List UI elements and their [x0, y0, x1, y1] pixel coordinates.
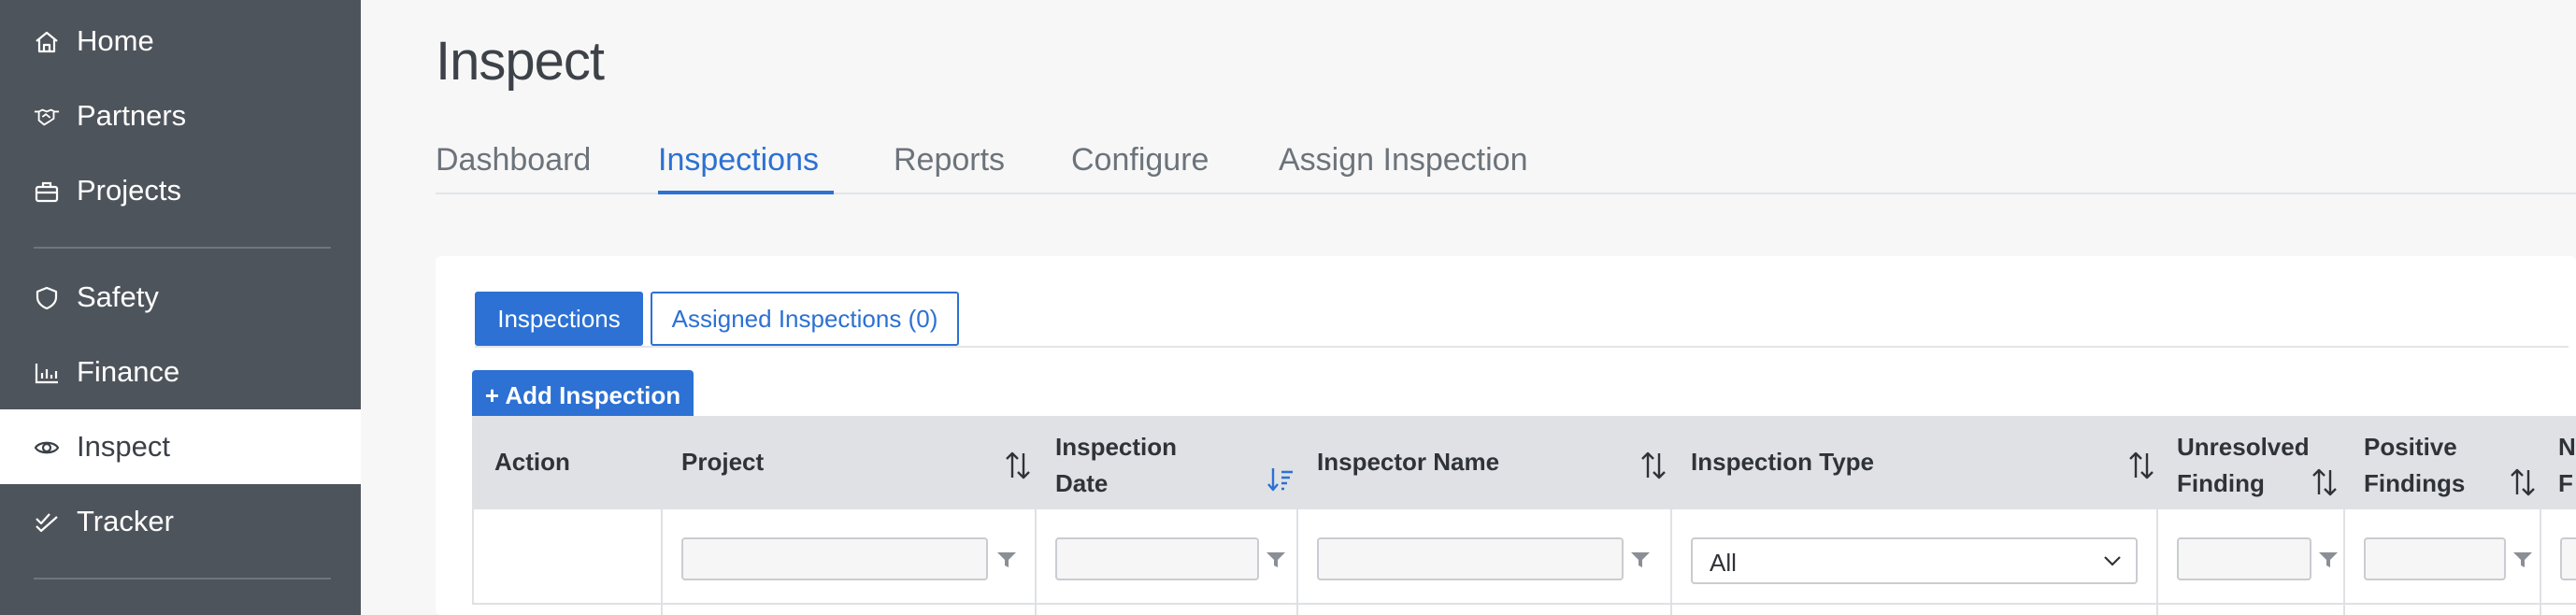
column-divider — [2343, 509, 2345, 615]
tab-reports[interactable]: Reports — [894, 142, 1005, 179]
subtab-inspections[interactable]: Inspections — [475, 292, 643, 346]
tab-inspections[interactable]: Inspections — [658, 142, 819, 179]
filter-icon[interactable] — [996, 551, 1017, 569]
column-divider — [2156, 509, 2158, 615]
sidebar-item-home[interactable]: Home — [0, 4, 361, 79]
inspection-type-filter-value: All — [1710, 549, 1737, 577]
sidebar-divider — [34, 578, 331, 579]
handshake-icon — [34, 108, 60, 126]
check-double-icon — [36, 513, 58, 533]
sidebar-item-partners[interactable]: Partners — [0, 79, 361, 153]
sort-icon[interactable] — [1005, 450, 1031, 481]
row-divider — [472, 603, 2576, 605]
truncated-filter-input[interactable] — [2560, 537, 2576, 580]
tab-configure[interactable]: Configure — [1071, 142, 1209, 179]
sidebar: Home Partners Projects Safety Finance In… — [0, 0, 361, 615]
sidebar-item-inspect[interactable]: Inspect — [0, 409, 361, 484]
sidebar-item-label: Safety — [77, 280, 159, 313]
page-title: Inspect — [436, 31, 605, 92]
sort-icon[interactable] — [2311, 466, 2338, 498]
sort-descending-icon[interactable] — [1267, 466, 1295, 493]
active-tab-indicator — [658, 191, 834, 194]
home-icon — [36, 31, 58, 53]
column-divider — [1670, 509, 1672, 615]
tab-dashboard[interactable]: Dashboard — [436, 142, 591, 179]
sort-icon[interactable] — [1640, 450, 1667, 481]
table-header: Action Project Inspection Date Inspector … — [472, 416, 2576, 509]
positive-findings-filter-input[interactable] — [2364, 537, 2506, 580]
filter-icon[interactable] — [1630, 551, 1651, 569]
tab-assign-inspection[interactable]: Assign Inspection — [1279, 142, 1528, 179]
sidebar-item-label: Home — [77, 24, 154, 57]
briefcase-icon — [35, 181, 59, 203]
column-divider — [1035, 509, 1037, 615]
project-filter-input[interactable] — [681, 537, 988, 580]
sidebar-item-label: Partners — [77, 99, 187, 132]
chevron-down-icon — [2104, 556, 2121, 566]
sort-icon[interactable] — [2510, 466, 2536, 498]
subtabs-divider — [475, 346, 2569, 348]
column-divider — [2540, 509, 2541, 615]
inspection-type-filter-select[interactable]: All — [1691, 537, 2138, 584]
eye-icon — [34, 441, 60, 454]
add-inspection-button[interactable]: + Add Inspection — [472, 370, 694, 422]
inspector-name-filter-input[interactable] — [1317, 537, 1624, 580]
subtab-assigned-inspections[interactable]: Assigned Inspections (0) — [651, 292, 959, 346]
column-divider — [1296, 509, 1298, 615]
sidebar-item-label: Tracker — [77, 505, 174, 537]
sidebar-item-safety[interactable]: Safety — [0, 260, 361, 335]
column-divider — [661, 509, 663, 615]
sidebar-item-label: Finance — [77, 355, 180, 388]
filter-icon[interactable] — [1266, 551, 1286, 569]
sidebar-item-label: Inspect — [77, 430, 170, 463]
sidebar-item-finance[interactable]: Finance — [0, 335, 361, 409]
sort-icon[interactable] — [2128, 450, 2154, 481]
sidebar-item-label: Projects — [77, 174, 181, 207]
sidebar-item-tracker[interactable]: Tracker — [0, 484, 361, 559]
sidebar-divider — [34, 247, 331, 249]
bar-chart-icon — [35, 364, 58, 384]
filter-icon[interactable] — [2318, 551, 2339, 569]
sidebar-item-projects[interactable]: Projects — [0, 153, 361, 228]
shield-icon — [36, 287, 58, 309]
filter-icon[interactable] — [2512, 551, 2533, 569]
unresolved-finding-filter-input[interactable] — [2177, 537, 2311, 580]
inspection-date-filter-input[interactable] — [1055, 537, 1259, 580]
